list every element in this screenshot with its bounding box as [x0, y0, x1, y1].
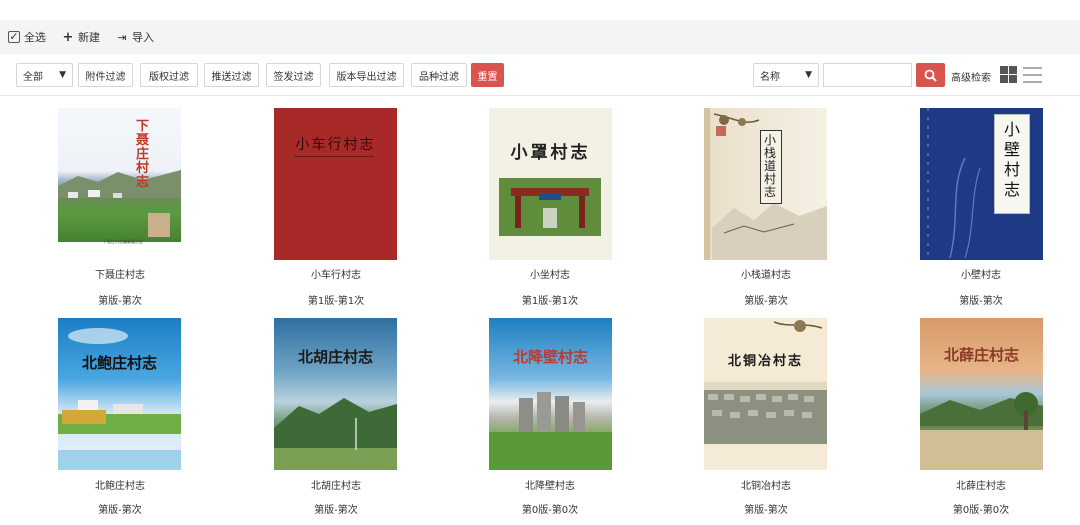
- book-cover[interactable]: 下聂庄村志 下聂庄村志编纂委员会: [58, 108, 181, 248]
- cover-line: [294, 156, 374, 157]
- book-version: 第1版-第1次: [307, 296, 365, 307]
- book-version: 第版-第次: [98, 296, 142, 307]
- cover-title: 北胡庄村志: [297, 348, 373, 366]
- import-label: 导入: [132, 31, 154, 44]
- book-title[interactable]: 北胡庄村志: [236, 477, 436, 492]
- search-icon: [924, 69, 937, 82]
- cover-publisher: 下聂庄村志编纂委员会: [103, 239, 143, 244]
- export-filter-button[interactable]: 版本导出过滤: [329, 63, 404, 87]
- filter-bar: 全部 ▼ 附件过滤 版权过滤 推送过滤 签发过滤 版本导出过滤 品种过滤 重置 …: [0, 54, 1080, 96]
- new-button[interactable]: + 新建: [62, 29, 100, 45]
- scope-select-value: 全部: [23, 71, 43, 83]
- cover-art: [499, 178, 601, 236]
- checkbox-icon: ✓: [8, 30, 20, 43]
- book-cover[interactable]: 北降壁村志: [489, 318, 612, 470]
- cover-art: [489, 392, 612, 470]
- cover-art: [58, 328, 181, 470]
- book-version: 第版-第次: [98, 505, 142, 516]
- reset-button[interactable]: 重置: [471, 63, 504, 87]
- search-field-value: 名称: [760, 71, 780, 83]
- book-version: 第0版-第0次: [521, 505, 579, 516]
- book-cover[interactable]: 北胡庄村志: [274, 318, 397, 470]
- sign-in-icon: ⇥: [117, 30, 127, 44]
- top-toolbar: ✓ 全选 + 新建 ⇥ 导入: [0, 20, 1080, 54]
- import-button[interactable]: ⇥ 导入: [116, 29, 154, 45]
- chevron-down-icon: ▼: [59, 70, 66, 80]
- book-version: 第1版-第1次: [521, 296, 579, 307]
- book-cover[interactable]: 小罩村志: [489, 108, 612, 260]
- cover-title: 小壁村志: [1004, 120, 1021, 199]
- cover-title: 下聂庄村志: [136, 119, 150, 190]
- scope-select[interactable]: 全部 ▼: [16, 63, 73, 87]
- book-title[interactable]: 北薛庄村志: [881, 477, 1080, 492]
- cover-title: 北薛庄村志: [943, 346, 1019, 364]
- book-title[interactable]: 小壁村志: [881, 266, 1080, 281]
- book-cover[interactable]: 北铜冶村志: [704, 318, 827, 470]
- grid-view-icon[interactable]: [1000, 66, 1017, 83]
- cover-art: [58, 170, 181, 248]
- cover-art: [920, 392, 1043, 470]
- plus-icon: +: [62, 29, 74, 45]
- cover-art: [704, 320, 827, 470]
- book-title[interactable]: 北降壁村志: [450, 477, 650, 492]
- list-view-icon[interactable]: [1023, 67, 1042, 83]
- select-all-button[interactable]: ✓ 全选: [8, 29, 46, 45]
- search-button[interactable]: [916, 63, 945, 87]
- book-cover[interactable]: 北鲍庄村志: [58, 318, 181, 470]
- advanced-search-link[interactable]: 高级检索: [951, 69, 991, 84]
- book-cover[interactable]: 北薛庄村志: [920, 318, 1043, 470]
- cover-art: [274, 398, 397, 470]
- book-version: 第版-第次: [959, 296, 1003, 307]
- variety-filter-button[interactable]: 品种过滤: [411, 63, 467, 87]
- attachment-filter-button[interactable]: 附件过滤: [78, 63, 133, 87]
- cover-title: 小车行村志: [295, 137, 376, 153]
- cover-title: 北鲍庄村志: [81, 354, 157, 372]
- book-version: 第版-第次: [314, 505, 358, 516]
- search-input[interactable]: [823, 63, 912, 87]
- book-version: 第0版-第0次: [952, 505, 1010, 516]
- book-title[interactable]: 小车行村志: [236, 266, 436, 281]
- select-all-label: 全选: [24, 31, 46, 44]
- book-version: 第版-第次: [744, 296, 788, 307]
- new-label: 新建: [78, 31, 100, 44]
- search-field-select[interactable]: 名称 ▼: [753, 63, 819, 87]
- book-cover[interactable]: 小车行村志: [274, 108, 397, 260]
- book-title[interactable]: 小坐村志: [450, 266, 650, 281]
- copyright-filter-button[interactable]: 版权过滤: [140, 63, 198, 87]
- chevron-down-icon: ▼: [805, 70, 812, 80]
- book-cover[interactable]: 小壁村志: [920, 108, 1043, 260]
- cover-title: 北降壁村志: [512, 348, 588, 366]
- push-filter-button[interactable]: 推送过滤: [204, 63, 259, 87]
- cover-title: 小栈道村志: [764, 133, 777, 199]
- book-title[interactable]: 北铜冶村志: [666, 477, 866, 492]
- cover-title: 北铜冶村志: [727, 354, 803, 369]
- book-title[interactable]: 北鲍庄村志: [20, 477, 220, 492]
- book-cover[interactable]: 小栈道村志: [704, 108, 827, 260]
- book-title[interactable]: 小栈道村志: [666, 266, 866, 281]
- book-version: 第版-第次: [744, 505, 788, 516]
- book-title[interactable]: 下聂庄村志: [20, 266, 220, 281]
- issue-filter-button[interactable]: 签发过滤: [266, 63, 321, 87]
